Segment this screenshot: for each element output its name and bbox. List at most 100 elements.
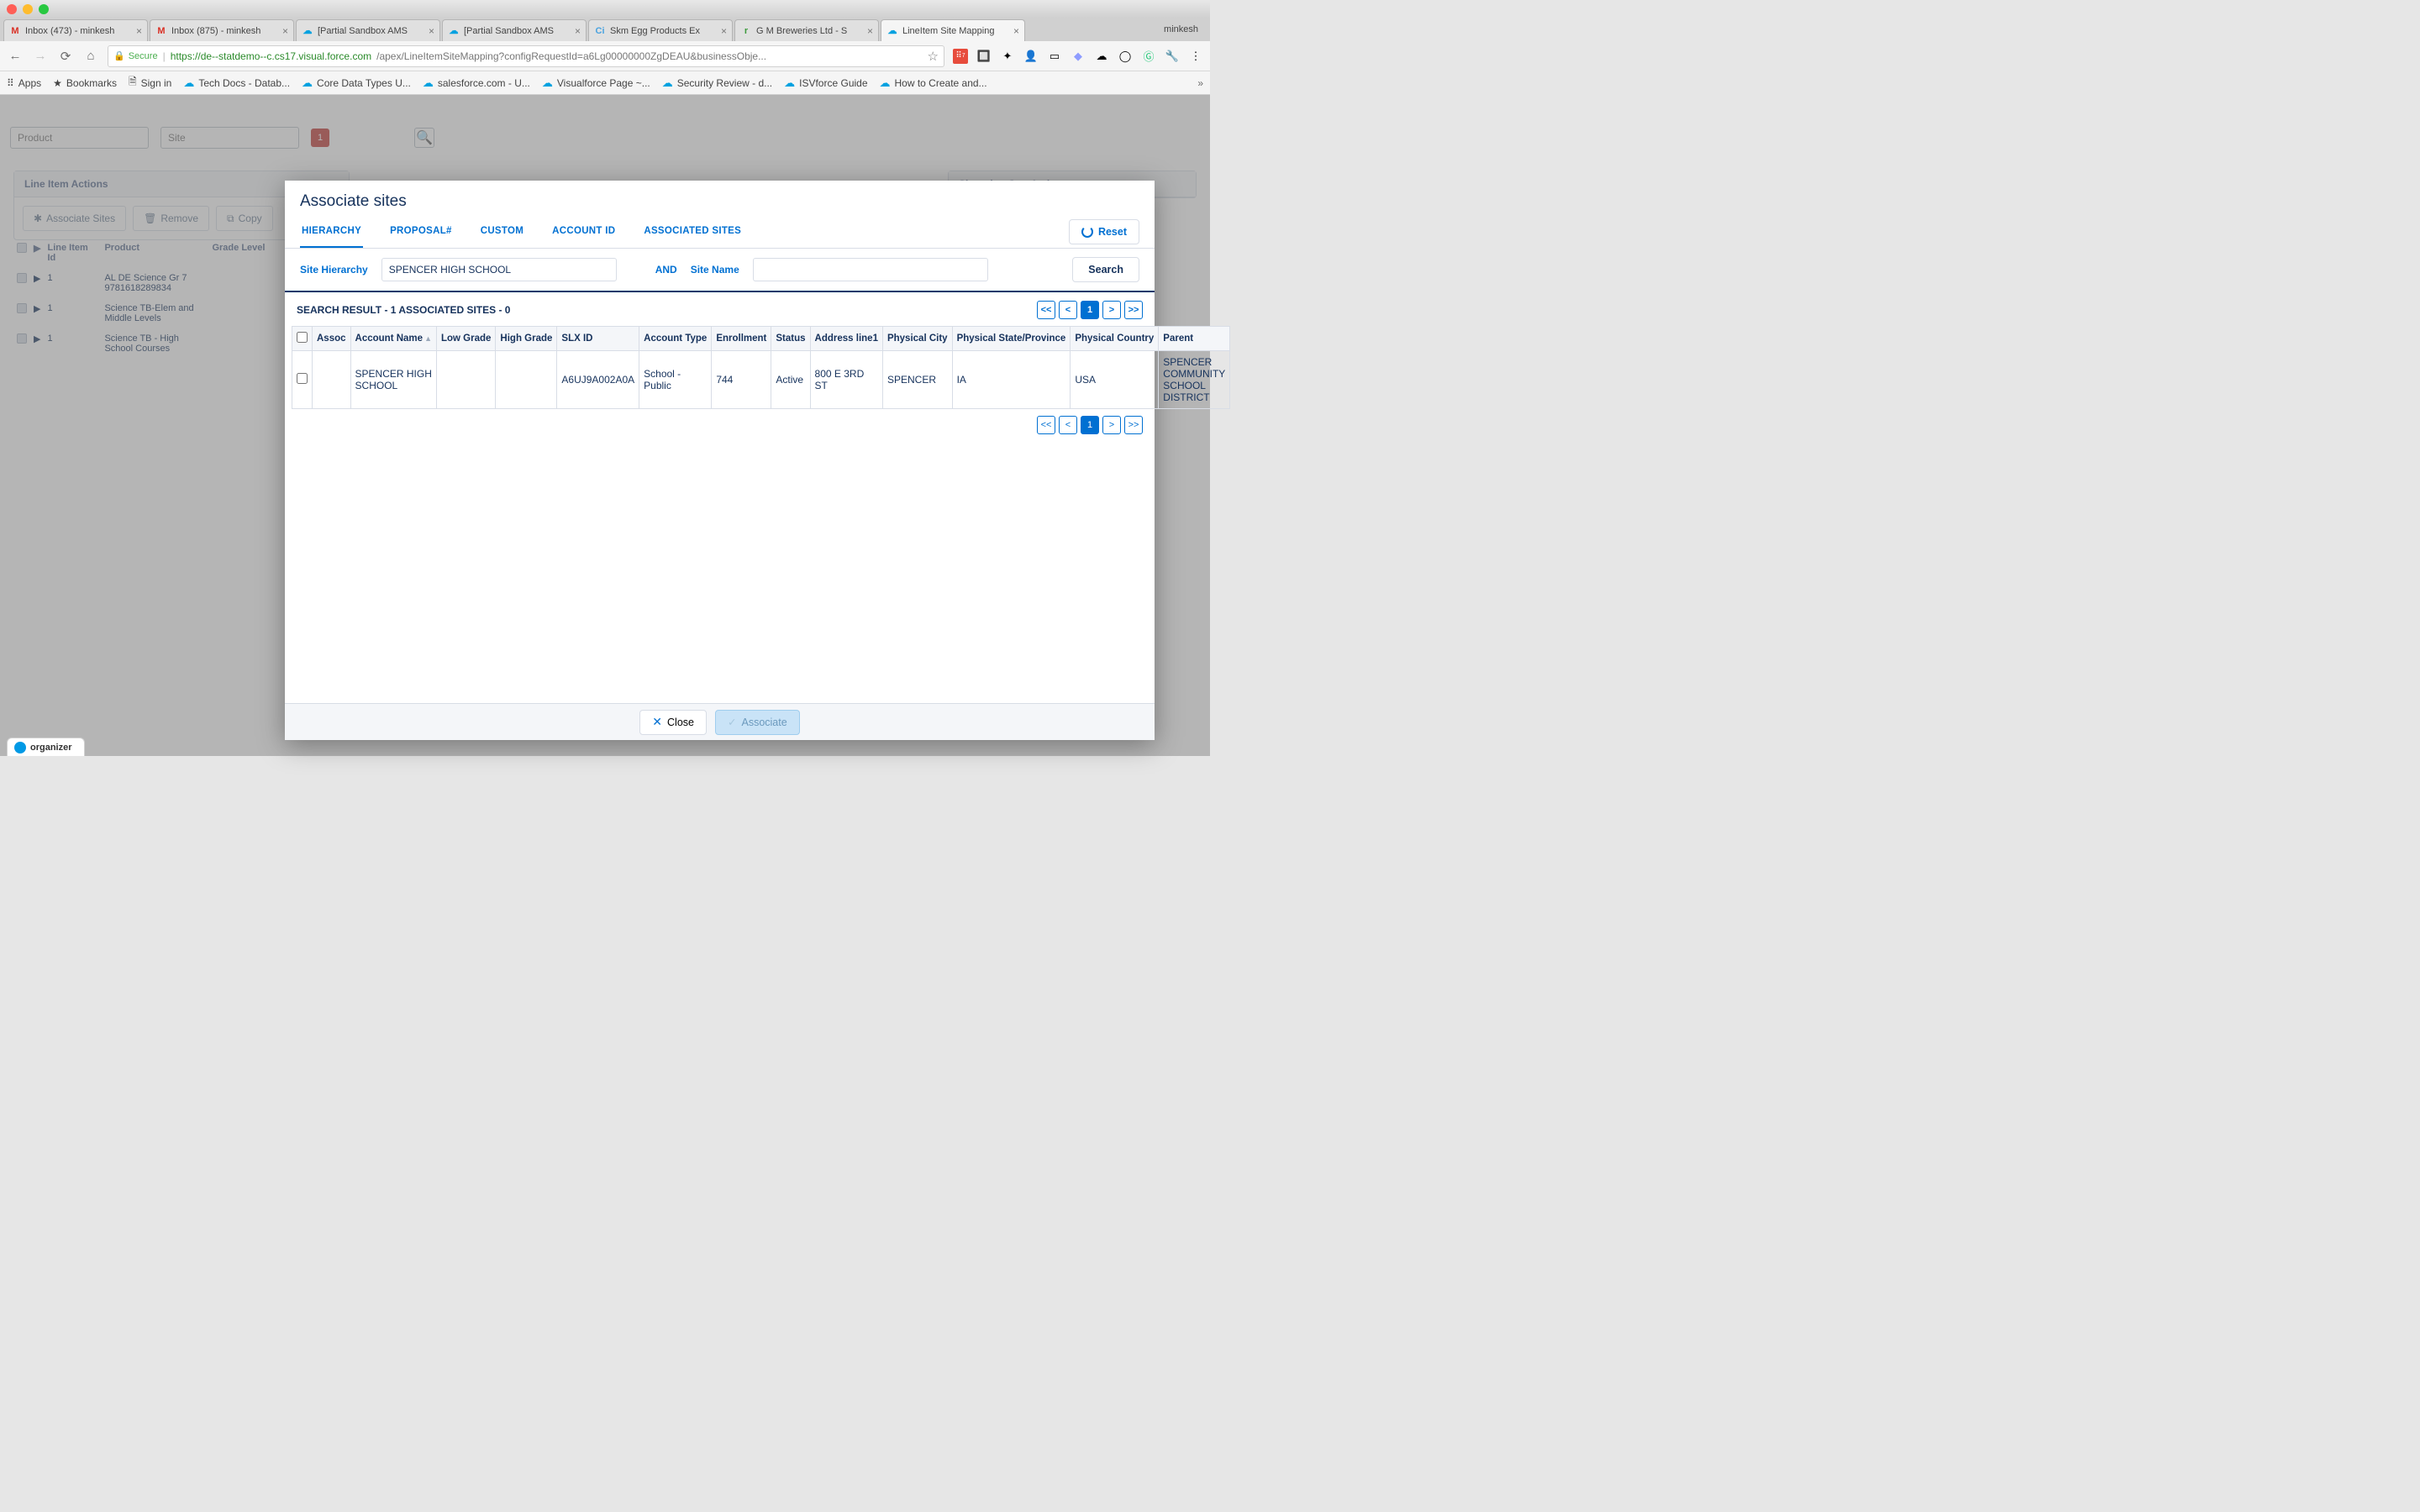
tab-favicon-icon: r xyxy=(740,25,752,37)
bookmarks-overflow[interactable]: » xyxy=(1197,77,1203,89)
pager-next[interactable]: > xyxy=(1102,416,1121,434)
result-table: Assoc Account Name▲ Low Grade High Grade… xyxy=(292,326,1230,409)
site-name-input[interactable] xyxy=(753,258,988,281)
ext-icon[interactable]: ▭ xyxy=(1047,49,1062,64)
browser-tab[interactable]: r G M Breweries Ltd - S × xyxy=(734,19,879,41)
url-domain: https://de--statdemo--c.cs17.visual.forc… xyxy=(171,50,371,62)
bookmark-item[interactable]: ⠿Apps xyxy=(7,74,41,92)
ext-icon[interactable]: ✦ xyxy=(1000,49,1015,64)
modal-title: Associate sites xyxy=(285,181,1155,216)
ext-icon[interactable]: ◯ xyxy=(1118,49,1133,64)
site-hierarchy-input[interactable] xyxy=(381,258,617,281)
bookmark-item[interactable]: ☁How to Create and... xyxy=(880,74,987,92)
bookmark-item[interactable]: ☁salesforce.com - U... xyxy=(423,74,530,92)
associate-button[interactable]: ✓ Associate xyxy=(715,710,800,735)
tab-favicon-icon: M xyxy=(155,25,167,37)
pager-prev[interactable]: < xyxy=(1059,301,1077,319)
browser-tab[interactable]: Ci Skm Egg Products Ex × xyxy=(588,19,733,41)
maximize-window[interactable] xyxy=(39,4,49,14)
tab-close-icon[interactable]: × xyxy=(867,25,873,37)
tab-account-id[interactable]: ACCOUNT ID xyxy=(550,216,617,248)
row-checkbox[interactable] xyxy=(297,373,308,384)
result-summary-bar: SEARCH RESULT - 1 ASSOCIATED SITES - 0 <… xyxy=(285,292,1155,326)
pager-bottom: << < 1 > >> xyxy=(1037,416,1143,434)
pager-prev[interactable]: < xyxy=(1059,416,1077,434)
minimize-window[interactable] xyxy=(23,4,33,14)
result-row[interactable]: SPENCER HIGH SCHOOL A6UJ9A002A0A School … xyxy=(292,351,1230,409)
pager-page[interactable]: 1 xyxy=(1081,416,1099,434)
tab-custom[interactable]: CUSTOM xyxy=(479,216,525,248)
bookmark-item[interactable]: ☁Tech Docs - Datab... xyxy=(183,74,290,92)
close-button[interactable]: ✕ Close xyxy=(639,710,707,735)
tab-close-icon[interactable]: × xyxy=(429,25,434,37)
bookmark-item[interactable]: ★Bookmarks xyxy=(53,74,117,92)
browser-tab[interactable]: ☁[Partial Sandbox AMS× xyxy=(442,19,587,41)
bookmark-star-icon[interactable]: ☆ xyxy=(928,49,939,64)
pager-last[interactable]: >> xyxy=(1124,301,1143,319)
ext-icon[interactable]: 👤 xyxy=(1023,49,1039,64)
pager-next[interactable]: > xyxy=(1102,301,1121,319)
page-content: Proposal: Q-00002153 Start Date: 08/01/2… xyxy=(0,95,1210,756)
ext-icon[interactable]: ⠿7 xyxy=(953,49,968,64)
bookmark-item[interactable]: ☁ISVforce Guide xyxy=(784,74,867,92)
tab-title: G M Breweries Ltd - S xyxy=(756,26,863,36)
tab-close-icon[interactable]: × xyxy=(721,25,727,37)
menu-icon[interactable]: ⋮ xyxy=(1188,49,1203,64)
tab-favicon-icon: Ci xyxy=(594,25,606,37)
bookmark-item[interactable]: ☁Security Review - d... xyxy=(662,74,772,92)
organizer-widget[interactable]: organizer xyxy=(7,738,85,756)
home-button[interactable]: ⌂ xyxy=(82,48,99,65)
tab-close-icon[interactable]: × xyxy=(575,25,581,37)
ext-icon[interactable]: Ⓖ xyxy=(1141,49,1156,64)
reset-button[interactable]: Reset xyxy=(1069,219,1139,244)
profile-name[interactable]: minkesh xyxy=(1152,24,1210,34)
wrench-icon[interactable]: 🔧 xyxy=(1165,49,1180,64)
browser-tab[interactable]: M Inbox (473) - minkesh × xyxy=(3,19,148,41)
bookmark-item[interactable]: 🗎Sign in xyxy=(129,74,171,92)
result-table-wrapper: Assoc Account Name▲ Low Grade High Grade… xyxy=(285,326,1155,409)
browser-tab[interactable]: MInbox (875) - minkesh× xyxy=(150,19,294,41)
tab-strip: MInbox (473) - minkesh×MInbox (875) - mi… xyxy=(0,18,1210,41)
bookmark-item[interactable]: ☁Core Data Types U... xyxy=(302,74,411,92)
ext-icon[interactable]: ☁ xyxy=(1094,49,1109,64)
tab-close-icon[interactable]: × xyxy=(1013,25,1019,37)
pager-first[interactable]: << xyxy=(1037,301,1055,319)
window-titlebar xyxy=(0,0,1210,18)
site-name-label: Site Name xyxy=(691,264,739,276)
address-bar[interactable]: 🔒 Secure | https://de--statdemo--c.cs17.… xyxy=(108,45,944,67)
browser-tab[interactable]: ☁LineItem Site Mapping× xyxy=(881,19,1025,41)
search-button[interactable]: Search xyxy=(1072,257,1139,282)
tab-proposal[interactable]: PROPOSAL# xyxy=(388,216,454,248)
site-hierarchy-label: Site Hierarchy xyxy=(300,264,368,276)
bookmark-item[interactable]: ☁Visualforce Page ~... xyxy=(542,74,650,92)
back-button[interactable]: ← xyxy=(7,48,24,65)
tab-title: [Partial Sandbox AMS xyxy=(318,26,424,36)
pager-page[interactable]: 1 xyxy=(1081,301,1099,319)
modal-filter-row: Site Hierarchy AND Site Name Search xyxy=(285,249,1155,292)
modal-footer: ✕ Close ✓ Associate xyxy=(285,703,1155,740)
tab-hierarchy[interactable]: HIERARCHY xyxy=(300,216,363,248)
tab-close-icon[interactable]: × xyxy=(136,25,142,37)
tab-title: LineItem Site Mapping xyxy=(902,26,1009,36)
associate-sites-modal: Associate sites HIERARCHY PROPOSAL# CUST… xyxy=(285,181,1155,740)
tab-close-icon[interactable]: × xyxy=(282,25,288,37)
organizer-icon xyxy=(14,742,26,753)
close-window[interactable] xyxy=(7,4,17,14)
tab-title: Skm Egg Products Ex xyxy=(610,26,717,36)
pager-first[interactable]: << xyxy=(1037,416,1055,434)
reset-icon xyxy=(1081,226,1093,238)
close-icon: ✕ xyxy=(652,715,662,729)
reload-button[interactable]: ⟳ xyxy=(57,48,74,65)
browser-tab[interactable]: ☁ [Partial Sandbox AMS × xyxy=(296,19,440,41)
tab-favicon-icon: ☁ xyxy=(302,25,313,37)
tab-associated-sites[interactable]: ASSOCIATED SITES xyxy=(642,216,743,248)
select-all-checkbox[interactable] xyxy=(297,332,308,343)
pager-bottom-row: << < 1 > >> xyxy=(285,409,1155,441)
check-icon: ✓ xyxy=(728,716,736,728)
modal-tab-bar: HIERARCHY PROPOSAL# CUSTOM ACCOUNT ID AS… xyxy=(285,216,1155,249)
tab-favicon-icon: M xyxy=(9,25,21,37)
pager-last[interactable]: >> xyxy=(1124,416,1143,434)
ext-icon[interactable]: ◆ xyxy=(1071,49,1086,64)
ext-icon[interactable]: 🔲 xyxy=(976,49,992,64)
tab-title: Inbox (473) - minkesh xyxy=(25,26,132,36)
